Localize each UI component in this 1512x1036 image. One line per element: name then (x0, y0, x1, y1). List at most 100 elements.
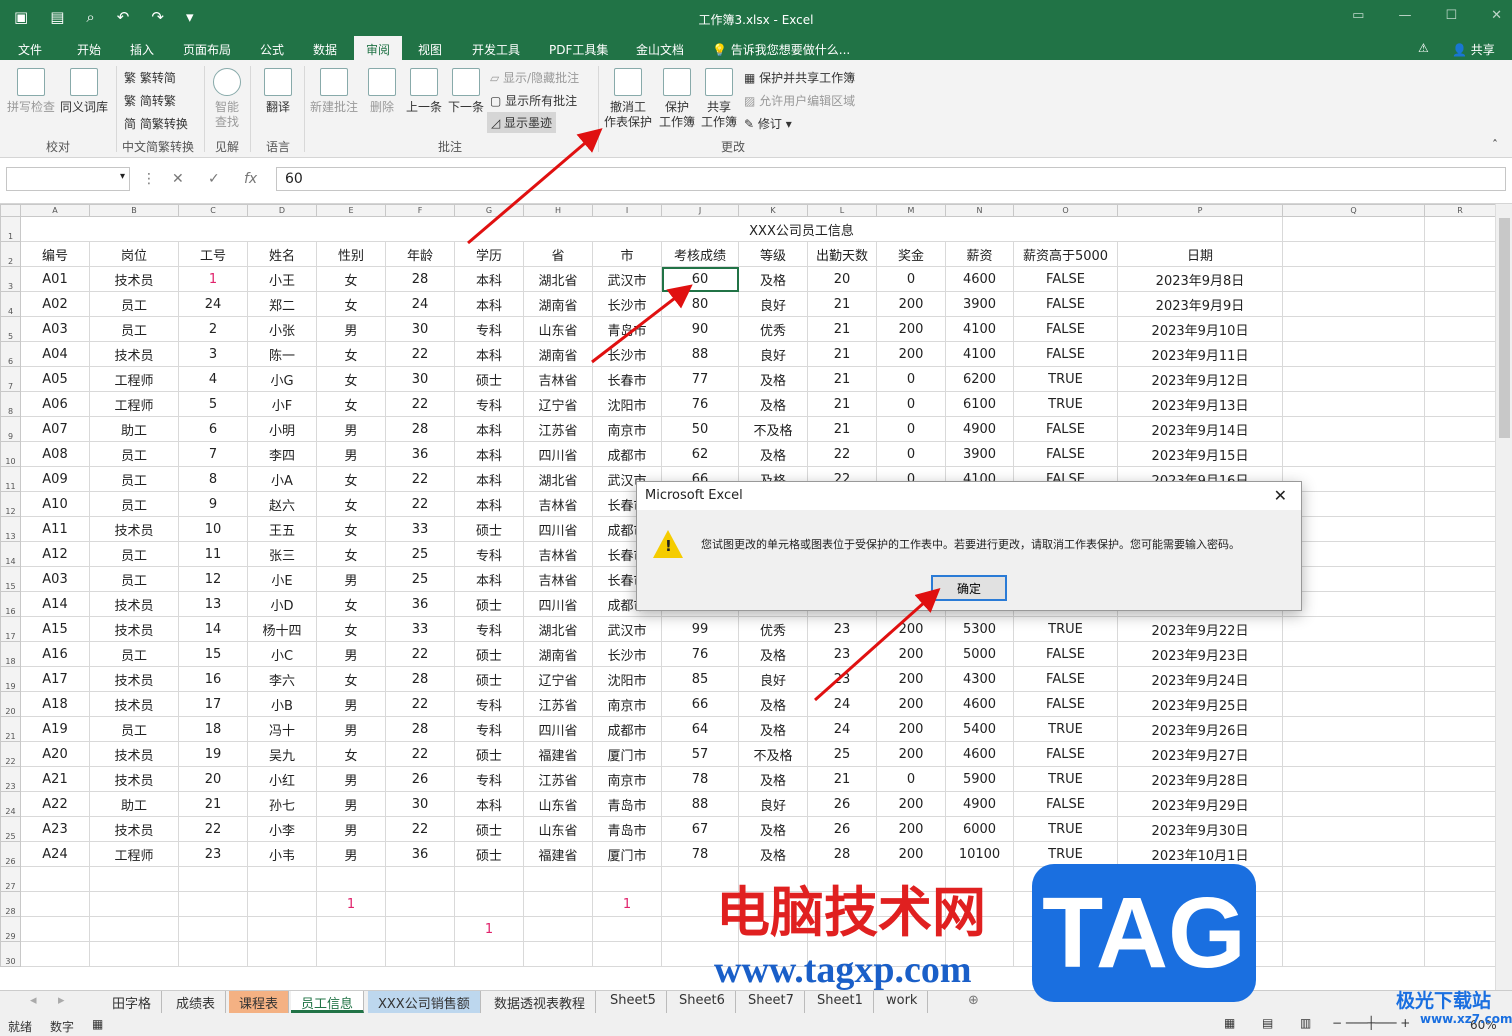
share-workbook-button[interactable]: 共享 工作簿 (698, 68, 740, 130)
cell[interactable]: 1 (454, 916, 524, 942)
cell[interactable]: A01 (20, 266, 90, 292)
cell[interactable]: 33 (385, 516, 455, 542)
cell[interactable]: 88 (661, 791, 739, 817)
cell[interactable] (1424, 591, 1496, 617)
column-header[interactable]: O (1013, 204, 1118, 217)
cell[interactable] (89, 891, 179, 917)
protect-workbook-button[interactable]: 保护 工作簿 (656, 68, 698, 130)
cell[interactable]: 武汉市 (592, 616, 662, 642)
cell[interactable]: 0 (876, 266, 946, 292)
thesaurus-button[interactable]: 同义词库 (58, 68, 110, 115)
column-header[interactable]: G (454, 204, 524, 217)
cell[interactable]: 男 (316, 416, 386, 442)
cell[interactable]: 21 (807, 416, 877, 442)
cell[interactable]: 22 (385, 641, 455, 667)
cell[interactable]: 工程师 (89, 841, 179, 867)
column-label[interactable]: 年龄 (385, 241, 455, 267)
cell[interactable]: 及格 (738, 441, 808, 467)
cell[interactable]: 10 (178, 516, 248, 542)
cell[interactable] (1424, 791, 1496, 817)
cell[interactable] (1424, 891, 1496, 917)
cell[interactable]: A24 (20, 841, 90, 867)
cell[interactable]: FALSE (1013, 666, 1118, 692)
cell[interactable]: 13 (178, 591, 248, 617)
row-header[interactable]: 6 (0, 341, 21, 367)
cell[interactable]: 4300 (945, 666, 1014, 692)
cell[interactable] (20, 941, 90, 967)
row-header[interactable]: 9 (0, 416, 21, 442)
cell[interactable]: 19 (178, 741, 248, 767)
cell[interactable]: 长沙市 (592, 641, 662, 667)
convert-button[interactable]: 简 简繁转换 (124, 115, 188, 132)
cell[interactable] (1424, 816, 1496, 842)
cell[interactable]: 小韦 (247, 841, 317, 867)
translate-button[interactable]: 翻译 (258, 68, 298, 115)
cell[interactable]: A02 (20, 291, 90, 317)
cell[interactable]: 2023年9月8日 (1117, 266, 1283, 292)
cell[interactable]: 小红 (247, 766, 317, 792)
cell[interactable] (89, 916, 179, 942)
cell[interactable]: 78 (661, 766, 739, 792)
cell[interactable]: 2023年9月9日 (1117, 291, 1283, 317)
cell[interactable]: 22 (385, 491, 455, 517)
cell[interactable] (1424, 541, 1496, 567)
cell[interactable] (1282, 266, 1425, 292)
cell[interactable]: 22 (807, 441, 877, 467)
cell[interactable]: 2023年9月28日 (1117, 766, 1283, 792)
column-header[interactable]: D (247, 204, 317, 217)
sheet-tab[interactable]: Sheet7 (738, 991, 805, 1013)
cell[interactable]: 不及格 (738, 416, 808, 442)
cell[interactable]: 员工 (89, 466, 179, 492)
show-hide-comment-button[interactable]: ▱ 显示/隐藏批注 (490, 69, 579, 86)
cell[interactable]: 技术员 (89, 691, 179, 717)
cell[interactable]: 山东省 (523, 316, 593, 342)
cell[interactable]: 26 (807, 791, 877, 817)
cell[interactable]: 62 (661, 441, 739, 467)
close-icon[interactable]: ✕ (1491, 8, 1502, 23)
cell[interactable]: 26 (807, 816, 877, 842)
cell[interactable]: 200 (876, 291, 946, 317)
cell[interactable]: A07 (20, 416, 90, 442)
cell[interactable]: 湖北省 (523, 466, 593, 492)
page-break-view-icon[interactable]: ▥ (1300, 1016, 1311, 1030)
row-header[interactable]: 2 (0, 241, 21, 267)
cell[interactable]: 10100 (945, 841, 1014, 867)
cell[interactable]: 女 (316, 666, 386, 692)
show-all-comments-button[interactable]: ▢ 显示所有批注 (490, 92, 577, 109)
cell[interactable]: 女 (316, 291, 386, 317)
sheet-tab[interactable]: Sheet1 (807, 991, 874, 1013)
cell[interactable]: 硕士 (454, 641, 524, 667)
cell[interactable] (1424, 416, 1496, 442)
cell[interactable]: A22 (20, 791, 90, 817)
t2s-button[interactable]: 繁 繁转简 (124, 69, 176, 86)
cell[interactable] (247, 916, 317, 942)
row-header[interactable]: 20 (0, 691, 21, 717)
column-label[interactable]: 岗位 (89, 241, 179, 267)
cell[interactable]: 郑二 (247, 291, 317, 317)
cell[interactable] (1282, 516, 1425, 542)
cell[interactable]: 0 (876, 391, 946, 417)
row-header[interactable]: 23 (0, 766, 21, 792)
show-ink-button[interactable]: ◿ 显示墨迹 (487, 112, 557, 133)
cell[interactable]: 良好 (738, 341, 808, 367)
sheet-tab[interactable]: 田字格 (102, 991, 163, 1013)
cell[interactable]: 硕士 (454, 666, 524, 692)
cell[interactable]: 福建省 (523, 741, 593, 767)
cell[interactable]: 优秀 (738, 616, 808, 642)
s2t-button[interactable]: 繁 简转繁 (124, 92, 176, 109)
column-label[interactable]: 日期 (1117, 241, 1283, 267)
row-header[interactable]: 13 (0, 516, 21, 542)
normal-view-icon[interactable]: ▦ (1224, 1016, 1235, 1030)
cell[interactable] (1424, 291, 1496, 317)
cell[interactable] (316, 916, 386, 942)
share-button[interactable]: 👤 共享 (1452, 41, 1495, 58)
cell[interactable]: 湖南省 (523, 341, 593, 367)
cell[interactable] (1282, 741, 1425, 767)
cell[interactable] (523, 866, 593, 892)
cell[interactable]: TRUE (1013, 816, 1118, 842)
cell[interactable]: 4600 (945, 266, 1014, 292)
cell[interactable] (1424, 741, 1496, 767)
cell[interactable] (1424, 516, 1496, 542)
cell[interactable]: 2023年9月15日 (1117, 441, 1283, 467)
formula-input[interactable]: 60 (276, 167, 1506, 191)
